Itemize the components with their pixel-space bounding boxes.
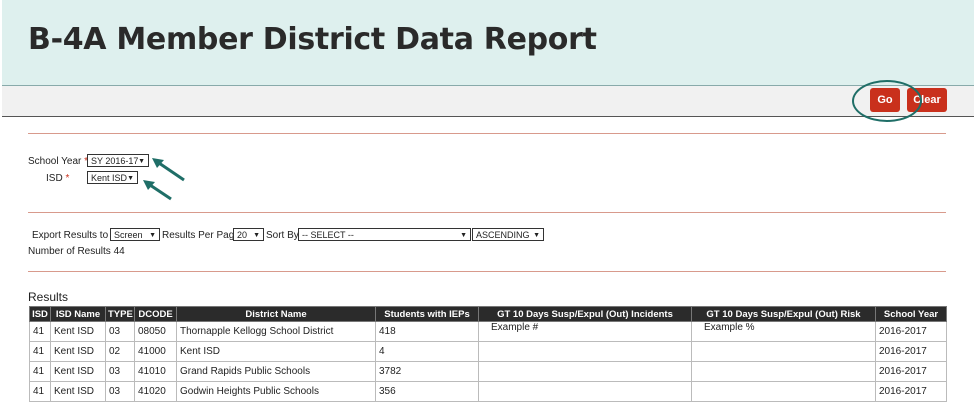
number-of-results: Number of Results 44 xyxy=(28,246,125,257)
sort-order-select[interactable]: ASCENDING ▼ xyxy=(472,228,544,241)
export-results-label: Export Results to xyxy=(32,230,109,241)
table-cell: 03 xyxy=(105,321,135,342)
column-header[interactable]: School Year xyxy=(875,306,947,322)
table-cell: 03 xyxy=(105,361,135,382)
table-cell xyxy=(691,381,876,402)
table-cell: 2016-2017 xyxy=(875,321,947,342)
page-title: B-4A Member District Data Report xyxy=(28,22,597,57)
column-header[interactable]: Students with IEPs xyxy=(375,306,479,322)
number-of-results-value: 44 xyxy=(113,246,125,257)
table-cell: Kent ISD xyxy=(50,341,106,362)
chevron-down-icon: ▼ xyxy=(253,232,260,239)
column-header[interactable]: GT 10 Days Susp/Expul (Out) Risk xyxy=(691,306,876,322)
table-cell: 08050 xyxy=(134,321,177,342)
table-cell: Grand Rapids Public Schools xyxy=(176,361,376,382)
table-cell xyxy=(691,341,876,362)
table-cell: 41 xyxy=(29,321,51,342)
column-header[interactable]: DCODE xyxy=(134,306,177,322)
table-row: 41 Kent ISD 02 41000 Kent ISD 4 2016-201… xyxy=(29,341,947,362)
sort-by-select[interactable]: -- SELECT -- ▼ xyxy=(298,228,471,241)
results-per-page-select[interactable]: 20 ▼ xyxy=(233,228,264,241)
export-select[interactable]: Screen ▼ xyxy=(110,228,160,241)
table-cell: 356 xyxy=(375,381,479,402)
results-title: Results xyxy=(28,290,69,304)
required-mark: * xyxy=(65,173,70,184)
clear-button[interactable]: Clear xyxy=(907,88,947,112)
table-cell: 02 xyxy=(105,341,135,362)
chevron-down-icon: ▼ xyxy=(533,232,540,239)
table-cell: Kent ISD xyxy=(176,341,376,362)
chevron-down-icon: ▼ xyxy=(138,158,145,165)
page-header: B-4A Member District Data Report xyxy=(2,0,974,86)
table-cell: Kent ISD xyxy=(50,381,106,402)
table-cell: 2016-2017 xyxy=(875,381,947,402)
column-header[interactable]: TYPE xyxy=(105,306,135,322)
table-cell: 41000 xyxy=(134,341,177,362)
table-cell: 41020 xyxy=(134,381,177,402)
table-cell: Kent ISD xyxy=(50,321,106,342)
toolbar: Go Clear xyxy=(2,86,974,117)
school-year-select[interactable]: SY 2016-17 ▼ xyxy=(87,154,149,167)
chevron-down-icon: ▼ xyxy=(149,232,156,239)
arrow-icon xyxy=(152,158,185,182)
table-cell: Example % xyxy=(691,321,876,342)
table-row: 41 Kent ISD 03 41020 Godwin Heights Publ… xyxy=(29,381,947,402)
table-cell: Example # xyxy=(478,321,692,342)
column-header[interactable]: ISD Name xyxy=(50,306,106,322)
isd-label: ISD * xyxy=(46,173,70,184)
table-cell: 2016-2017 xyxy=(875,361,947,382)
table-row: 41 Kent ISD 03 08050 Thornapple Kellogg … xyxy=(29,321,947,342)
divider xyxy=(28,133,946,134)
arrow-icon xyxy=(143,180,172,201)
column-header[interactable]: District Name xyxy=(176,306,376,322)
table-cell: Kent ISD xyxy=(50,361,106,382)
results-table: ISD ISD Name TYPE DCODE District Name St… xyxy=(29,306,947,402)
table-cell: 41 xyxy=(29,381,51,402)
sort-by-label: Sort By xyxy=(266,230,299,241)
go-button[interactable]: Go xyxy=(870,88,900,112)
table-cell: 4 xyxy=(375,341,479,362)
divider xyxy=(28,271,946,272)
table-cell: Thornapple Kellogg School District xyxy=(176,321,376,342)
divider xyxy=(28,212,946,213)
table-row: 41 Kent ISD 03 41010 Grand Rapids Public… xyxy=(29,361,947,382)
chevron-down-icon: ▼ xyxy=(127,175,134,182)
table-cell xyxy=(691,361,876,382)
table-cell xyxy=(478,381,692,402)
column-header[interactable]: GT 10 Days Susp/Expul (Out) Incidents xyxy=(478,306,692,322)
table-cell xyxy=(478,341,692,362)
table-cell: 2016-2017 xyxy=(875,341,947,362)
table-cell: 41 xyxy=(29,361,51,382)
table-cell: Godwin Heights Public Schools xyxy=(176,381,376,402)
table-cell xyxy=(478,361,692,382)
column-header[interactable]: ISD xyxy=(29,306,51,322)
isd-select[interactable]: Kent ISD ▼ xyxy=(87,171,138,184)
results-per-page-label: Results Per Page xyxy=(162,230,240,241)
table-cell: 418 xyxy=(375,321,479,342)
school-year-label: School Year * xyxy=(28,156,88,167)
table-cell: 41010 xyxy=(134,361,177,382)
table-cell: 41 xyxy=(29,341,51,362)
table-cell: 3782 xyxy=(375,361,479,382)
chevron-down-icon: ▼ xyxy=(460,232,467,239)
table-header-row: ISD ISD Name TYPE DCODE District Name St… xyxy=(29,306,947,322)
table-cell: 03 xyxy=(105,381,135,402)
